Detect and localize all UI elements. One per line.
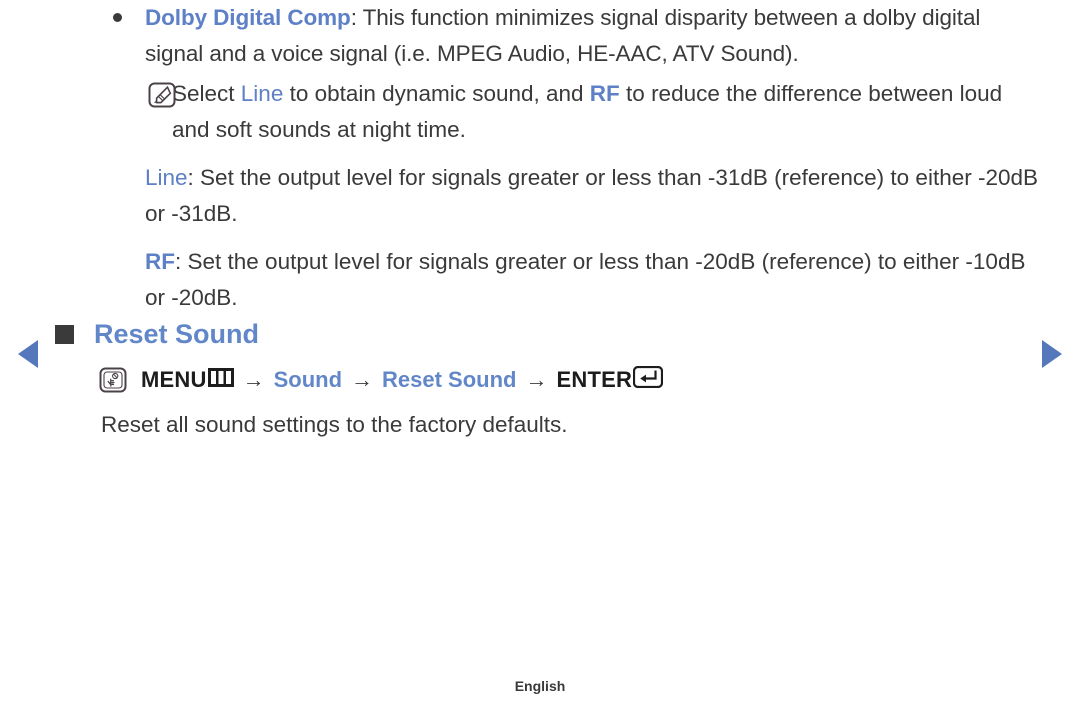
- path-item-sound: Sound: [273, 367, 343, 392]
- path-item-reset-sound: Reset Sound: [382, 367, 517, 392]
- bullet-term: Dolby Digital Comp: [145, 5, 351, 30]
- page-title: Reset Sound: [94, 319, 260, 349]
- enter-return-icon: [632, 365, 664, 394]
- rf-term: RF: [145, 249, 175, 274]
- menu-path: MENU → Sound → Reset Sound → ENTER: [99, 365, 1015, 394]
- note-paragraph: Select Line to obtain dynamic sound, and…: [110, 76, 1040, 148]
- menu-label: MENU: [141, 367, 207, 392]
- hand-touch-icon: [99, 367, 127, 393]
- bullet-paragraph-text: Dolby Digital Comp: This function minimi…: [145, 0, 1040, 72]
- note-text-before: Select: [172, 81, 241, 106]
- note-text: Select Line to obtain dynamic sound, and…: [172, 76, 1040, 148]
- note-highlight-rf: RF: [589, 81, 620, 106]
- note-highlight-line: Line: [240, 81, 284, 106]
- enter-label: ENTER: [556, 367, 633, 392]
- menu-bars-icon: [207, 367, 234, 393]
- manual-page: Dolby Digital Comp: This function minimi…: [0, 0, 1080, 705]
- next-page-arrow[interactable]: [1042, 340, 1062, 368]
- note-text-middle: to obtain dynamic sound, and: [283, 81, 590, 106]
- section-description: Reset all sound settings to the factory …: [101, 412, 568, 437]
- footer-language: English: [514, 678, 566, 694]
- bullet-paragraph: Dolby Digital Comp: This function minimi…: [110, 0, 1040, 72]
- bullet-dot-icon: [113, 13, 122, 22]
- rf-paragraph: RF: Set the output level for signals gre…: [110, 244, 1040, 316]
- path-arrow-2: →: [351, 367, 374, 392]
- line-body: : Set the output level for signals great…: [145, 165, 1039, 226]
- previous-page-arrow[interactable]: [18, 340, 38, 368]
- reset-sound-section: Reset Sound MENU → Sound → Reset Sound →…: [55, 318, 1015, 442]
- line-term: Line: [145, 165, 188, 190]
- path-arrow-1: →: [242, 367, 265, 392]
- page-content: Dolby Digital Comp: This function minimi…: [110, 0, 1040, 316]
- section-heading-row: Reset Sound: [55, 318, 1015, 350]
- square-bullet-icon: [55, 324, 74, 344]
- note-pencil-icon: [148, 82, 176, 113]
- rf-body: : Set the output level for signals great…: [145, 249, 1026, 310]
- path-arrow-3: →: [525, 367, 548, 392]
- line-paragraph: Line: Set the output level for signals g…: [110, 160, 1040, 232]
